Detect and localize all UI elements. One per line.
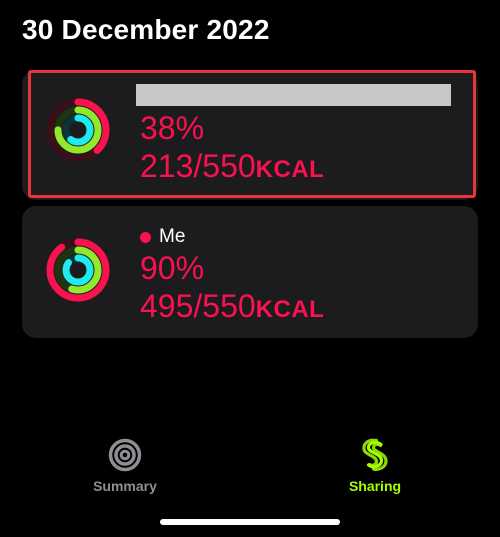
move-percent: 90% <box>140 250 205 286</box>
activity-rings-icon <box>46 238 110 302</box>
move-calories-unit: KCAL <box>255 156 325 183</box>
stand-ring <box>62 254 94 286</box>
move-calories: 213/550KCAL <box>140 150 324 182</box>
friend-card[interactable]: 38% 213/550KCAL <box>22 70 478 200</box>
activity-rings-icon <box>46 98 110 162</box>
move-calories-unit: KCAL <box>255 296 325 323</box>
summary-rings-icon <box>108 438 142 472</box>
move-calories-value: 213/550 <box>140 148 256 184</box>
date-title: 30 December 2022 <box>22 14 270 45</box>
tab-sharing-label: Sharing <box>348 478 402 494</box>
move-calories-value: 495/550 <box>140 288 256 324</box>
move-percent: 38% <box>140 110 205 146</box>
tab-summary[interactable]: Summary <box>75 438 175 494</box>
person-name-label: Me <box>159 226 186 247</box>
move-calories: 495/550KCAL <box>140 290 324 322</box>
home-indicator[interactable] <box>160 519 340 525</box>
redacted-friend-name <box>136 84 451 106</box>
me-card[interactable]: Me 90% 495/550KCAL <box>22 206 478 338</box>
move-dot-icon <box>140 231 151 243</box>
tab-sharing[interactable]: Sharing <box>325 438 425 494</box>
tab-summary-label: Summary <box>93 478 157 494</box>
person-name: Me <box>140 226 185 248</box>
sharing-icon <box>362 438 388 471</box>
